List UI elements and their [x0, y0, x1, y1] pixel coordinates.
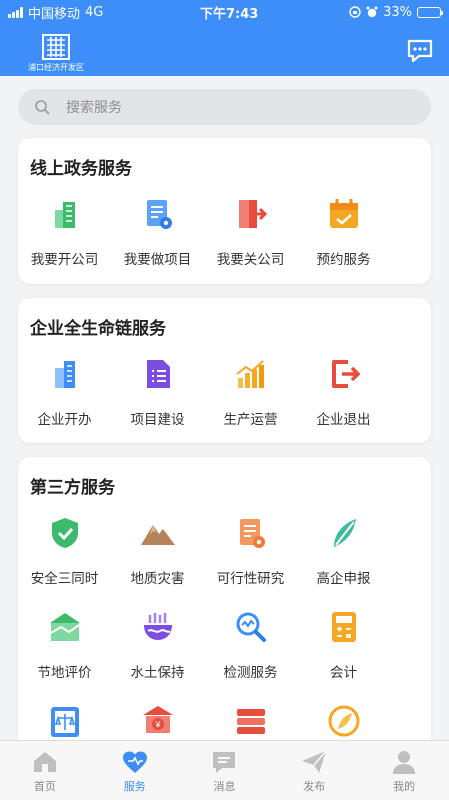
heart-icon: [122, 751, 147, 773]
service-label: 会计: [330, 665, 357, 681]
tab-profile[interactable]: 我的: [359, 741, 449, 800]
chat-bubble-icon[interactable]: [406, 38, 434, 64]
send-icon: [302, 750, 327, 773]
message-icon: [213, 752, 236, 773]
user-icon: [393, 751, 416, 774]
exit-door-icon: [238, 200, 267, 228]
shield-check-icon: [51, 518, 78, 548]
service-label: 可行性研究: [216, 571, 285, 587]
service-production[interactable]: 生产运营: [204, 354, 297, 448]
home-icon: [33, 752, 56, 772]
tab-label: 首页: [33, 780, 56, 793]
service-enterprise-exit[interactable]: 企业退出: [297, 354, 390, 448]
service-safety[interactable]: 安全三同时: [18, 513, 111, 607]
status-time: 下午7:43: [200, 6, 259, 22]
tab-label: 服务: [123, 780, 146, 793]
tab-services[interactable]: 服务: [90, 741, 180, 800]
tab-bar: 首页 服务 消息 发布 我的: [0, 740, 449, 800]
search-placeholder: 搜索服务: [66, 100, 122, 116]
magnifier-icon: [236, 612, 266, 642]
section-title: 线上政务服务: [30, 159, 132, 179]
svg-text:¥: ¥: [154, 720, 161, 730]
calculator-icon: [331, 612, 356, 642]
service-open-company[interactable]: 我要开公司: [18, 194, 111, 288]
service-high-tech[interactable]: 高企申报: [297, 513, 390, 607]
service-label: 水土保持: [130, 665, 185, 681]
battery-icon: [417, 6, 443, 18]
service-label: 我要做项目: [123, 252, 192, 268]
rotation-lock-icon: [349, 6, 361, 18]
gov-service-card: 线上政务服务 我要开公司 我要做项目 我要关公司 预约服务: [18, 138, 431, 284]
books-stack-icon: [236, 709, 265, 734]
service-label: 生产运营: [223, 412, 278, 428]
app-logo: 浦口经济开发区: [20, 34, 92, 73]
law-book-icon: [50, 707, 79, 737]
service-inspection[interactable]: 检测服务: [204, 607, 297, 701]
leaf-icon: [333, 519, 356, 547]
third-party-card: 第三方服务 安全三同时 地质灾害 可行性研究 高企申报 节地评价 水土保持 检测…: [18, 457, 431, 757]
building-icon: [54, 202, 75, 228]
document-gear-icon: [146, 200, 172, 229]
service-label: 我要关公司: [216, 252, 285, 268]
service-label: 检测服务: [223, 665, 278, 681]
document-list-icon: [146, 360, 170, 388]
service-close-company[interactable]: 我要关公司: [204, 194, 297, 288]
service-project-build[interactable]: 项目建设: [111, 354, 204, 448]
service-label: 地质灾害: [130, 571, 185, 587]
service-label: 节地评价: [37, 665, 92, 681]
tab-label: 消息: [213, 780, 236, 793]
app-header: 浦口经济开发区: [0, 24, 449, 76]
signal-icon: [8, 6, 23, 18]
service-geo-hazard[interactable]: 地质灾害: [111, 513, 204, 607]
tab-publish[interactable]: 发布: [269, 741, 359, 800]
mountain-icon: [140, 525, 175, 545]
office-building-icon: [54, 361, 75, 388]
service-label: 高企申报: [316, 571, 371, 587]
tab-label: 我的: [393, 780, 416, 793]
service-label: 我要开公司: [30, 252, 99, 268]
alarm-icon: [366, 6, 378, 18]
search-icon: [35, 100, 50, 115]
water-icon: [143, 613, 172, 640]
carrier-name: 中国移动: [28, 6, 81, 22]
bar-chart-icon: [235, 360, 264, 388]
logo-mark-icon: [42, 34, 70, 60]
logo-text: 浦口经济开发区: [28, 63, 84, 72]
battery-percent: 33%: [383, 4, 412, 20]
section-title: 第三方服务: [30, 478, 115, 498]
service-appointment[interactable]: 预约服务: [297, 194, 390, 288]
calendar-check-icon: [329, 199, 358, 228]
service-label: 企业退出: [316, 412, 371, 428]
service-enterprise-setup[interactable]: 企业开办: [18, 354, 111, 448]
search-input[interactable]: 搜索服务: [18, 89, 431, 125]
tab-label: 发布: [303, 780, 326, 793]
service-label: 企业开办: [37, 412, 92, 428]
tab-home[interactable]: 首页: [0, 741, 90, 800]
bank-icon: ¥: [142, 706, 173, 733]
section-title: 企业全生命链服务: [30, 319, 166, 339]
service-label: 预约服务: [316, 252, 371, 268]
service-soil-water[interactable]: 水土保持: [111, 607, 204, 701]
logout-icon: [331, 360, 360, 388]
service-grid: 企业开办 项目建设 生产运营 企业退出: [18, 354, 431, 448]
service-label: 安全三同时: [30, 571, 99, 587]
service-label: 项目建设: [130, 412, 185, 428]
status-bar: 中国移动 4G 下午7:43 33%: [0, 0, 449, 24]
tab-messages[interactable]: 消息: [180, 741, 270, 800]
service-grid: 我要开公司 我要做项目 我要关公司 预约服务: [18, 194, 431, 288]
service-do-project[interactable]: 我要做项目: [111, 194, 204, 288]
service-accounting[interactable]: 会计: [297, 607, 390, 701]
coin-leaf-icon: [328, 705, 359, 737]
network-type: 4G: [85, 4, 104, 20]
service-land-evaluation[interactable]: 节地评价: [18, 607, 111, 701]
service-feasibility[interactable]: 可行性研究: [204, 513, 297, 607]
enterprise-lifecycle-card: 企业全生命链服务 企业开办 项目建设 生产运营 企业退出: [18, 298, 431, 443]
land-icon: [49, 613, 80, 641]
document-gear-icon: [239, 519, 265, 548]
